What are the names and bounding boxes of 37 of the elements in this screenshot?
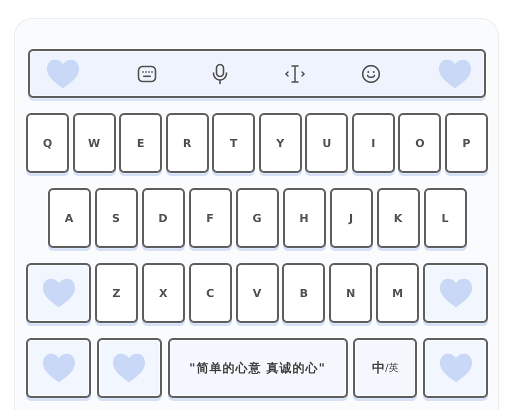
heart-key[interactable]	[96, 338, 162, 398]
letter-key[interactable]: C	[188, 263, 232, 323]
text-cursor-icon[interactable]	[284, 64, 306, 84]
letter-key[interactable]: E	[119, 113, 162, 173]
microphone-icon[interactable]	[212, 62, 228, 84]
letter-key[interactable]: R	[166, 113, 209, 173]
letter-key[interactable]: J	[330, 188, 372, 248]
letter-key[interactable]: Z	[94, 263, 138, 323]
letter-key[interactable]: B	[282, 263, 326, 323]
heart-key[interactable]	[26, 338, 91, 398]
letter-key[interactable]: A	[48, 188, 90, 248]
letter-key[interactable]: P	[444, 113, 488, 173]
smiley-icon[interactable]	[360, 64, 381, 84]
heart-key[interactable]	[423, 263, 488, 323]
letter-key[interactable]: O	[398, 113, 442, 173]
letter-key[interactable]: L	[424, 188, 466, 248]
letter-key[interactable]: T	[212, 113, 256, 173]
keyboard-icon[interactable]	[137, 64, 158, 82]
letter-key[interactable]: M	[376, 263, 420, 323]
letter-key[interactable]: W	[72, 113, 116, 173]
letter-key[interactable]: Y	[258, 113, 302, 173]
phrase-key[interactable]: "简单的心意 真诚的心"	[168, 338, 348, 398]
letter-key[interactable]: X	[142, 263, 185, 323]
letter-key[interactable]: Q	[26, 113, 69, 173]
letter-key[interactable]: U	[305, 113, 348, 173]
letter-key[interactable]: V	[236, 263, 278, 323]
letter-key[interactable]: K	[376, 188, 420, 248]
language-switch-key[interactable]: 中/英	[353, 338, 418, 398]
letter-key[interactable]: G	[236, 188, 278, 248]
letter-key[interactable]: S	[94, 188, 138, 248]
letter-key[interactable]: I	[352, 113, 395, 173]
heart-key[interactable]	[423, 338, 488, 398]
heart-key[interactable]	[26, 263, 91, 323]
letter-key[interactable]: D	[142, 188, 184, 248]
letter-key[interactable]: F	[188, 188, 232, 248]
letter-key[interactable]: H	[282, 188, 326, 248]
letter-key[interactable]: N	[329, 263, 372, 323]
